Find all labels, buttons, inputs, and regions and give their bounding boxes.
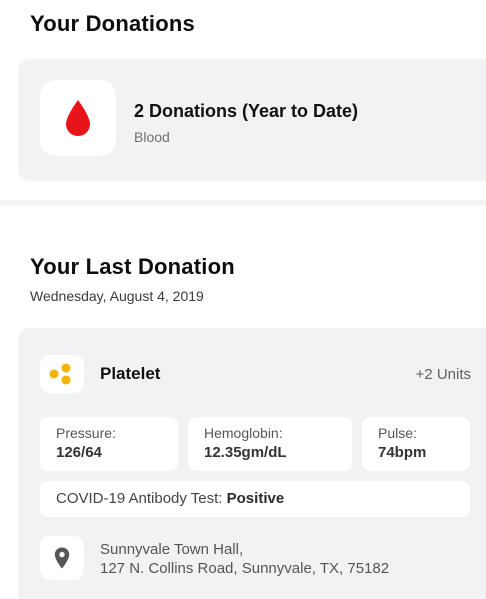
pulse-label: Pulse:	[378, 425, 417, 441]
location-pin-tile[interactable]	[40, 536, 84, 580]
pressure-label: Pressure:	[56, 425, 116, 441]
covid-antibody-test: COVID-19 Antibody Test: Positive	[40, 481, 470, 517]
pulse-stat: Pulse: 74bpm	[362, 417, 470, 471]
your-donations-heading: Your Donations	[30, 11, 195, 36]
product-units: +2 Units	[415, 366, 471, 383]
hemoglobin-value: 12.35gm/dL	[204, 444, 287, 461]
donations-summary-card[interactable]: 2 Donations (Year to Date) Blood	[18, 59, 486, 181]
covid-test-label: COVID-19 Antibody Test:	[56, 490, 227, 507]
hemoglobin-label: Hemoglobin:	[204, 425, 283, 441]
section-divider	[0, 200, 486, 206]
pressure-value: 126/64	[56, 444, 102, 461]
last-donation-card[interactable]: Platelet +2 Units Pressure: 126/64 Hemog…	[18, 328, 486, 599]
donations-page: Your Donations 2 Donations (Year to Date…	[0, 0, 486, 599]
product-label: Platelet	[100, 364, 161, 383]
pulse-value: 74bpm	[378, 444, 427, 461]
hemoglobin-stat: Hemoglobin: 12.35gm/dL	[188, 417, 352, 471]
platelet-icon-tile	[40, 355, 84, 393]
location-name: Sunnyvale Town Hall,	[100, 541, 244, 558]
location-pin-icon	[54, 547, 70, 569]
last-donation-date: Wednesday, August 4, 2019	[30, 288, 204, 304]
platelet-icon	[49, 363, 71, 385]
pressure-stat: Pressure: 126/64	[40, 417, 178, 471]
blood-drop-icon	[66, 100, 90, 136]
donation-type-label: Blood	[134, 129, 170, 145]
ytd-donation-count: 2 Donations (Year to Date)	[134, 101, 359, 121]
your-last-donation-heading: Your Last Donation	[30, 254, 235, 279]
blood-drop-tile	[40, 80, 116, 156]
location-address[interactable]: 127 N. Collins Road, Sunnyvale, TX, 7518…	[100, 560, 389, 577]
covid-test-result: Positive	[226, 490, 285, 507]
